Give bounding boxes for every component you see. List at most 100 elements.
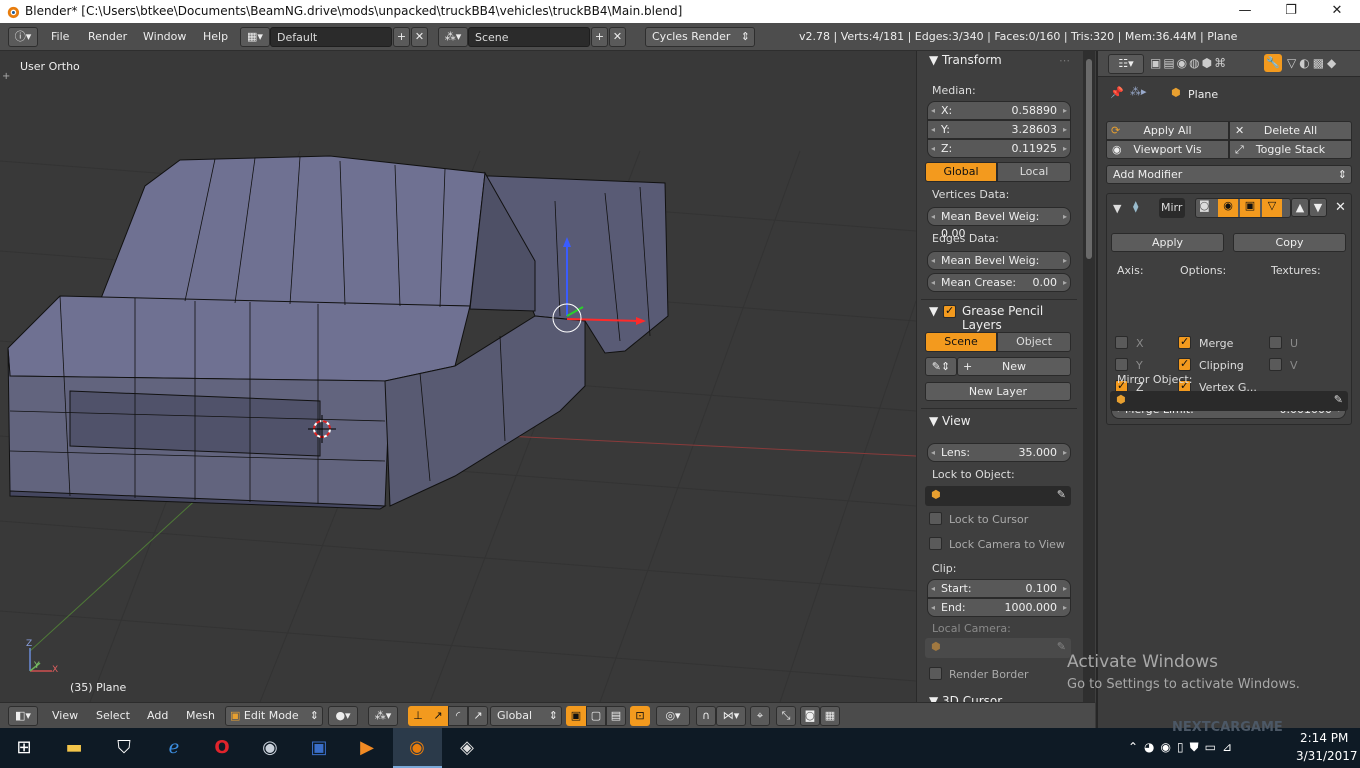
limit-selection-icon[interactable]: ⊡	[630, 706, 650, 726]
edge-bevel-field[interactable]: Mean Bevel Weig: 0.00	[927, 251, 1071, 284]
beamng-icon[interactable]: ▣	[305, 734, 333, 762]
render-engine-select[interactable]: Cycles Render ⇕	[645, 27, 755, 47]
add-modifier-select[interactable]: Add Modifier ⇕	[1106, 165, 1352, 184]
opengl-render-icon[interactable]: ⤡	[776, 706, 796, 726]
gp-brush-icon[interactable]: ✎⇕	[925, 357, 957, 376]
menu-view[interactable]: View	[52, 709, 78, 722]
gp-scene-toggle[interactable]: Scene	[925, 332, 997, 352]
merge-checkbox[interactable]	[1178, 335, 1191, 349]
gp-new-button[interactable]: + New	[957, 357, 1071, 376]
start-windows-icon[interactable]: ⊞	[10, 734, 38, 762]
3d-cursor-header[interactable]: ▼ 3D Cursor	[929, 694, 1002, 702]
transform-orientation-select[interactable]: Global ⇕	[490, 706, 562, 726]
vertex-select-icon[interactable]: ▣	[566, 706, 586, 726]
snap-magnet-icon[interactable]: ∩	[696, 706, 716, 726]
eyedropper-icon[interactable]: ✎	[1057, 488, 1066, 501]
mirror-object-field[interactable]: ⬢ ✎	[1110, 391, 1348, 411]
editor-type-properties-icon[interactable]: ☷▾	[1108, 54, 1144, 74]
median-x-field[interactable]: X: 0.58890	[927, 101, 1071, 120]
transform-header[interactable]: ▼ Transform	[929, 53, 1002, 67]
clipping-checkbox[interactable]	[1178, 357, 1191, 371]
minimize-button[interactable]: —	[1222, 0, 1268, 23]
add-layout-icon[interactable]: +	[393, 27, 410, 47]
move-down-icon[interactable]: ▼	[1309, 198, 1327, 217]
maximize-button[interactable]: ❐	[1268, 0, 1314, 23]
scene-field[interactable]: Scene	[468, 27, 590, 47]
layout-grid-icon[interactable]: ▦▾	[240, 27, 270, 47]
menu-help[interactable]: Help	[203, 30, 228, 43]
global-toggle[interactable]: Global	[925, 162, 997, 182]
vertex-bevel-field[interactable]: Mean Bevel Weig: 0.00	[927, 207, 1071, 240]
unity-icon[interactable]: ◈	[453, 734, 481, 762]
modifier-apply-button[interactable]: Apply	[1111, 233, 1224, 252]
manipulator-toggle-icon[interactable]: ⊥	[408, 706, 428, 726]
pivot-point-icon[interactable]: ⁂▾	[368, 706, 398, 726]
gp-object-toggle[interactable]: Object	[997, 332, 1071, 352]
eyedropper-icon[interactable]: ✎	[1057, 640, 1066, 653]
lock-cursor-checkbox[interactable]	[929, 512, 942, 525]
editor-type-info-icon[interactable]: ⓘ▾	[8, 27, 38, 47]
remove-layout-icon[interactable]: ✕	[411, 27, 428, 47]
file-explorer-icon[interactable]: ▬	[60, 734, 88, 762]
system-tray-icons[interactable]: ⌃◕◉▯⛊▭⊿	[1128, 740, 1238, 755]
grease-pencil-header[interactable]: ▼	[929, 304, 938, 318]
media-player-icon[interactable]: ▶	[353, 734, 381, 762]
axis-x-checkbox[interactable]	[1115, 336, 1128, 349]
snap-element-icon[interactable]: ⋈▾	[716, 706, 746, 726]
pin-icon[interactable]: 📌	[1110, 86, 1124, 99]
edge-browser-icon[interactable]: ℯ	[160, 734, 188, 762]
face-select-icon[interactable]: ▤	[606, 706, 626, 726]
grease-pencil-checkbox[interactable]	[943, 304, 956, 318]
editmode-icon[interactable]: ▣	[1240, 199, 1260, 217]
drag-handle-icon[interactable]: ⋯	[1059, 54, 1070, 67]
render-animation-icon[interactable]: ▦	[820, 706, 840, 726]
remove-modifier-icon[interactable]: ✕	[1335, 200, 1346, 215]
lens-field[interactable]: Lens: 35.000	[927, 443, 1071, 462]
eye-icon[interactable]: ◉	[1218, 199, 1238, 217]
modifier-name-field[interactable]: Mirr	[1159, 198, 1185, 218]
modifier-wrench-icon[interactable]: 🔧	[1264, 54, 1282, 72]
proportional-edit-icon[interactable]: ◎▾	[656, 706, 690, 726]
texture-u-checkbox[interactable]	[1269, 336, 1282, 349]
toggle-stack-button[interactable]: ⤢ Toggle Stack	[1229, 140, 1352, 159]
rotate-manipulator-icon[interactable]: ◜	[448, 706, 468, 726]
median-z-field[interactable]: Z: 0.11925	[927, 139, 1071, 158]
toolshelf-toggle-icon[interactable]: +	[2, 71, 10, 82]
data-tabs-icons[interactable]: ▽◐▩◆	[1287, 56, 1339, 70]
blender-taskbar-button[interactable]: ◉	[393, 728, 442, 768]
render-image-icon[interactable]: ◙	[800, 706, 820, 726]
scene-icon[interactable]: ⁂▾	[438, 27, 468, 47]
mode-select[interactable]: ▣ Edit Mode ⇕	[225, 706, 323, 726]
delete-all-button[interactable]: ✕ Delete All	[1229, 121, 1352, 140]
local-toggle[interactable]: Local	[997, 162, 1071, 182]
add-scene-icon[interactable]: +	[591, 27, 608, 47]
clock-time[interactable]: 2:14 PM	[1300, 731, 1348, 745]
menu-mesh[interactable]: Mesh	[186, 709, 215, 722]
steam-icon[interactable]: ◉	[256, 734, 284, 762]
npanel-scrollbar[interactable]	[1083, 51, 1095, 702]
menu-window[interactable]: Window	[143, 30, 186, 43]
move-up-icon[interactable]: ▲	[1291, 198, 1309, 217]
screen-layout-field[interactable]: Default	[270, 27, 392, 47]
editor-type-3d-icon[interactable]: ◧▾	[8, 706, 38, 726]
menu-file[interactable]: File	[51, 30, 69, 43]
mean-crease-field[interactable]: Mean Crease: 0.00	[927, 273, 1071, 292]
translate-manipulator-icon[interactable]: ↗	[428, 706, 448, 726]
axis-y-checkbox[interactable]	[1115, 358, 1128, 371]
eyedropper-icon[interactable]: ✎	[1334, 393, 1343, 406]
collapse-arrow-icon[interactable]: ▼	[1113, 202, 1121, 215]
render-border-checkbox[interactable]	[929, 667, 942, 680]
snap-target-icon[interactable]: ⌖	[750, 706, 770, 726]
remove-scene-icon[interactable]: ✕	[609, 27, 626, 47]
menu-render[interactable]: Render	[88, 30, 127, 43]
context-tabs-icons[interactable]: ▣▤◉◍⬢⌘	[1150, 56, 1228, 70]
modifier-copy-button[interactable]: Copy	[1233, 233, 1346, 252]
local-camera-field[interactable]: ⬢ ✎	[925, 638, 1071, 658]
median-y-field[interactable]: Y: 3.28603	[927, 120, 1071, 139]
opera-icon[interactable]: O	[208, 734, 236, 762]
scale-manipulator-icon[interactable]: ↗	[468, 706, 488, 726]
lock-object-field[interactable]: ⬢ ✎	[925, 486, 1071, 506]
clip-start-field[interactable]: Start: 0.100	[927, 579, 1071, 598]
cage-icon[interactable]: ▽	[1262, 199, 1282, 217]
texture-v-checkbox[interactable]	[1269, 358, 1282, 371]
